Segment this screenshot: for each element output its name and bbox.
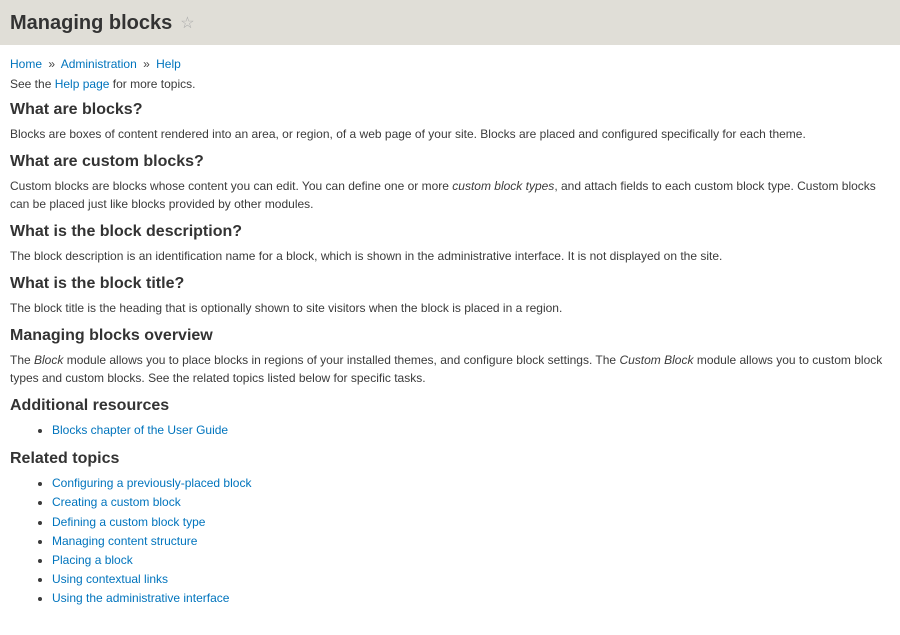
breadcrumb-help[interactable]: Help (156, 57, 181, 71)
related-link-configuring[interactable]: Configuring a previously-placed block (52, 476, 251, 490)
list-item: Blocks chapter of the User Guide (52, 421, 890, 440)
breadcrumb-administration[interactable]: Administration (61, 57, 137, 71)
related-link-managing[interactable]: Managing content structure (52, 534, 197, 548)
list-item: Using contextual links (52, 570, 890, 589)
intro-suffix: for more topics. (109, 77, 195, 91)
intro-prefix: See the (10, 77, 55, 91)
breadcrumb-home[interactable]: Home (10, 57, 42, 71)
emphasis-block: Block (34, 353, 63, 367)
list-item: Creating a custom block (52, 493, 890, 512)
breadcrumb: Home » Administration » Help (10, 57, 890, 71)
breadcrumb-separator: » (143, 57, 150, 71)
list-item: Placing a block (52, 551, 890, 570)
related-link-admin-interface[interactable]: Using the administrative interface (52, 591, 229, 605)
body-what-are-blocks: Blocks are boxes of content rendered int… (10, 125, 890, 143)
emphasis-custom-block: Custom Block (619, 353, 693, 367)
page-header: Managing blocks ☆ (0, 0, 900, 45)
related-link-defining[interactable]: Defining a custom block type (52, 515, 205, 529)
emphasis-custom-block-types: custom block types (452, 179, 554, 193)
page-title: Managing blocks (10, 12, 172, 35)
text-segment: Custom blocks are blocks whose content y… (10, 179, 452, 193)
heading-block-description: What is the block description? (10, 223, 890, 241)
list-item: Defining a custom block type (52, 513, 890, 532)
list-item: Using the administrative interface (52, 589, 890, 608)
heading-related-topics: Related topics (10, 450, 890, 468)
resource-link-user-guide[interactable]: Blocks chapter of the User Guide (52, 423, 228, 437)
resources-list: Blocks chapter of the User Guide (52, 421, 890, 440)
body-overview: The Block module allows you to place blo… (10, 351, 890, 387)
body-what-are-custom-blocks: Custom blocks are blocks whose content y… (10, 177, 890, 213)
intro-text: See the Help page for more topics. (10, 77, 890, 91)
related-link-creating[interactable]: Creating a custom block (52, 495, 181, 509)
content-area: Home » Administration » Help See the Hel… (0, 45, 900, 635)
text-segment: module allows you to place blocks in reg… (63, 353, 619, 367)
list-item: Configuring a previously-placed block (52, 474, 890, 493)
related-link-placing[interactable]: Placing a block (52, 553, 133, 567)
breadcrumb-separator: » (48, 57, 55, 71)
help-page-link[interactable]: Help page (55, 77, 110, 91)
heading-what-are-blocks: What are blocks? (10, 101, 890, 119)
heading-additional-resources: Additional resources (10, 397, 890, 415)
text-segment: The (10, 353, 34, 367)
heading-what-are-custom-blocks: What are custom blocks? (10, 153, 890, 171)
star-icon[interactable]: ☆ (180, 16, 194, 32)
related-link-contextual[interactable]: Using contextual links (52, 572, 168, 586)
body-block-description: The block description is an identificati… (10, 247, 890, 265)
related-topics-list: Configuring a previously-placed block Cr… (52, 474, 890, 608)
heading-overview: Managing blocks overview (10, 327, 890, 345)
body-block-title: The block title is the heading that is o… (10, 299, 890, 317)
list-item: Managing content structure (52, 532, 890, 551)
heading-block-title: What is the block title? (10, 275, 890, 293)
